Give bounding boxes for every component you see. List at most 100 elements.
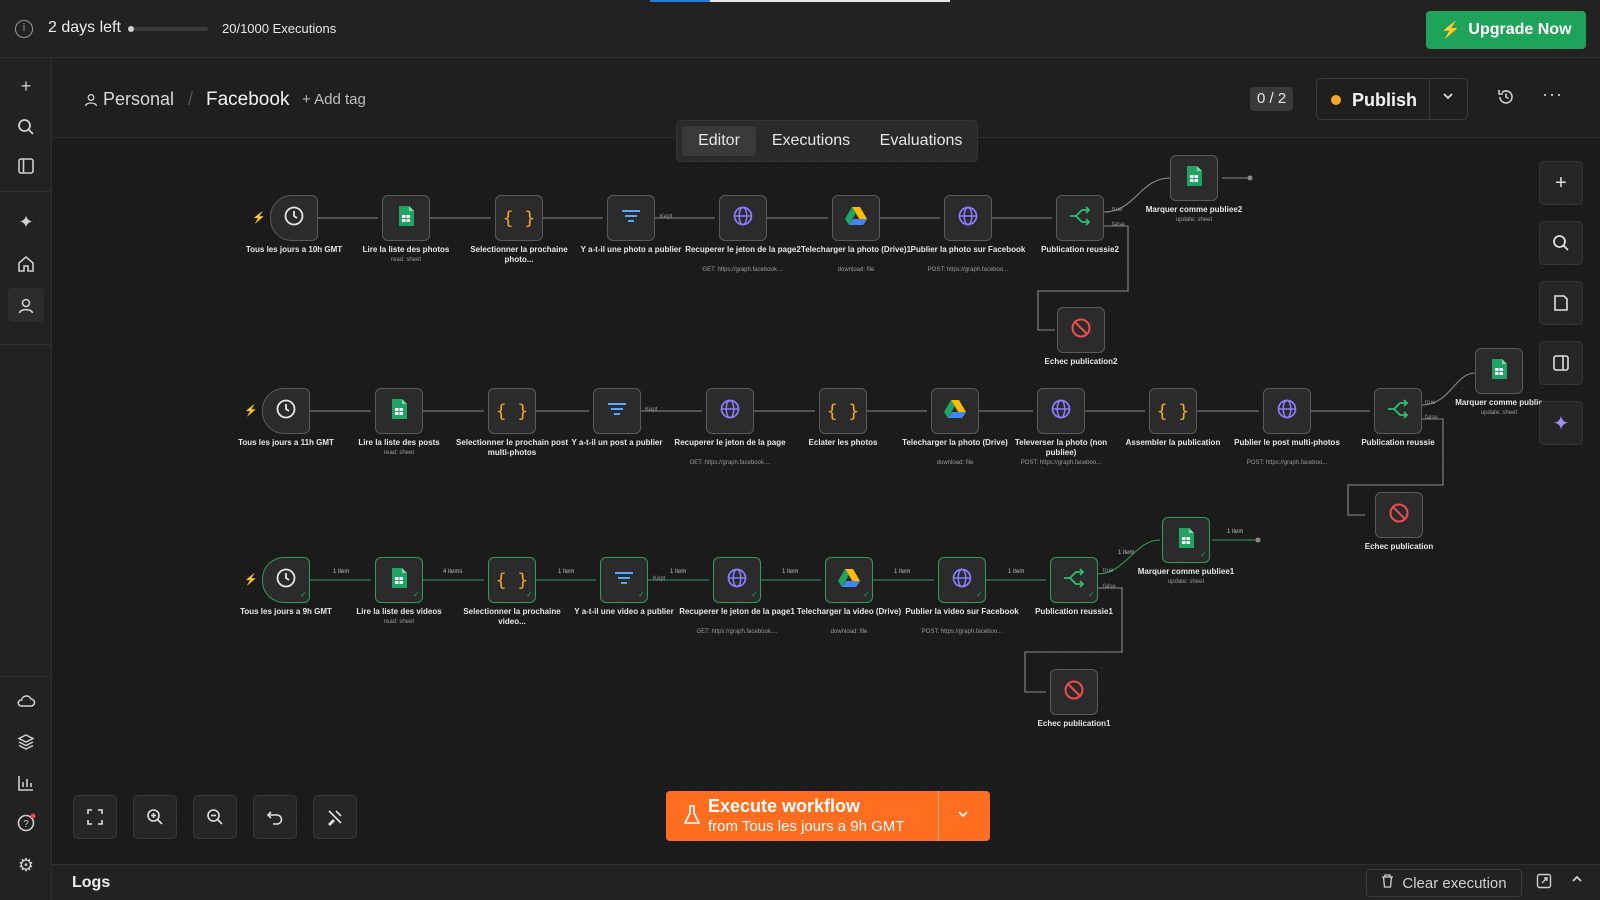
- success-check-icon: ✓: [638, 590, 645, 599]
- workflow-node[interactable]: [1375, 492, 1423, 538]
- workflow-node[interactable]: [593, 388, 641, 434]
- node-subtitle: update: sheet: [1175, 217, 1213, 223]
- workflow-node[interactable]: { }: [1149, 388, 1197, 434]
- node-label: Marquer comme publiee2: [1145, 205, 1243, 214]
- node-subtitle: GET: https://graph.facebook....: [689, 460, 771, 466]
- node-label: Tous les jours a 11h GMT: [238, 438, 334, 447]
- node-label: Televerser la photo (non publiee): [1014, 438, 1108, 457]
- globe-icon: [1050, 398, 1072, 424]
- node-subtitle: POST: https://graph.faceboo...: [1020, 460, 1102, 466]
- filter-icon: [613, 569, 635, 591]
- clear-execution-button[interactable]: Clear execution: [1366, 869, 1522, 897]
- workflow-node[interactable]: { }: [488, 388, 536, 434]
- globe-icon: [1276, 398, 1298, 424]
- clock-icon: [275, 398, 297, 424]
- code-icon: { }: [502, 208, 536, 229]
- node-subtitle: download: file: [837, 267, 875, 273]
- workflow-node[interactable]: [1037, 388, 1085, 434]
- node-subtitle: download: file: [936, 460, 974, 466]
- workflow-node[interactable]: [719, 195, 767, 241]
- node-subtitle: read: sheet: [383, 619, 415, 625]
- workflow-node[interactable]: [1056, 195, 1104, 241]
- stop-icon: [1063, 679, 1085, 705]
- logs-panel[interactable]: Logs Clear execution: [52, 864, 1600, 900]
- node-label: Echec publication2: [1044, 357, 1118, 366]
- edge-label-true: true: [1103, 568, 1114, 574]
- sheets-icon: [397, 205, 415, 231]
- edge-label-kept: Kept: [653, 576, 666, 582]
- workflow-node[interactable]: [1475, 348, 1523, 394]
- zoom-out-icon[interactable]: [193, 795, 237, 839]
- node-label: Lire la liste des videos: [356, 607, 442, 616]
- node-label: Selectionner la prochaine photo...: [470, 245, 568, 264]
- node-label: Tous les jours a 9h GMT: [240, 607, 332, 616]
- clock-icon: [275, 567, 297, 593]
- workflow-node[interactable]: [607, 195, 655, 241]
- clear-execution-label: Clear execution: [1402, 874, 1507, 892]
- workflow-node[interactable]: { }: [819, 388, 867, 434]
- node-subtitle: POST: https://graph.faceboo...: [921, 629, 1003, 635]
- execute-workflow-button[interactable]: Execute workflow from Tous les jours a 9…: [666, 791, 990, 841]
- panel-toggle-icon[interactable]: [1539, 341, 1583, 385]
- edge-label-items: 1 item: [1227, 529, 1244, 535]
- workflow-node[interactable]: [262, 388, 310, 434]
- edge-label-items: 4 items: [443, 569, 463, 575]
- workflow-node[interactable]: [375, 388, 423, 434]
- node-label: Recuperer le jeton de la page: [674, 438, 786, 447]
- ai-assistant-icon[interactable]: ✦: [1539, 401, 1583, 445]
- switch-icon: [1062, 568, 1086, 592]
- sheets-icon: [1490, 358, 1508, 384]
- node-label: Marquer comme publiee1: [1137, 567, 1235, 576]
- workflow-node[interactable]: [1057, 307, 1105, 353]
- workflow-node[interactable]: [1050, 669, 1098, 715]
- edge-label-items: 1 item: [782, 569, 799, 575]
- node-subtitle: GET: https://graph.facebook....: [702, 267, 784, 273]
- edge-label-false: false: [1112, 222, 1125, 228]
- add-node-icon[interactable]: +: [1539, 161, 1583, 205]
- node-label: Telecharger la video (Drive): [796, 607, 902, 616]
- workflow-node[interactable]: [1263, 388, 1311, 434]
- workflow-node[interactable]: [706, 388, 754, 434]
- drive-icon: [943, 399, 967, 423]
- globe-icon: [719, 398, 741, 424]
- workflow-node[interactable]: { }: [495, 195, 543, 241]
- zoom-in-icon[interactable]: [133, 795, 177, 839]
- chevron-down-icon[interactable]: [956, 807, 970, 824]
- node-search-icon[interactable]: [1539, 221, 1583, 265]
- workflow-node[interactable]: [1374, 388, 1422, 434]
- edge-label-false: false: [1425, 415, 1438, 421]
- trigger-bolt-icon: ⚡: [252, 212, 266, 224]
- sticky-note-icon[interactable]: [1539, 281, 1583, 325]
- chevron-up-icon[interactable]: [1570, 872, 1584, 889]
- success-check-icon: ✓: [1088, 590, 1095, 599]
- switch-icon: [1386, 399, 1410, 423]
- workflow-node[interactable]: [382, 195, 430, 241]
- node-label: Y a-t-il une photo a publier: [580, 245, 682, 254]
- sheets-icon: [390, 398, 408, 424]
- edge-label-true: true: [1112, 207, 1123, 213]
- node-label: Eclater les photos: [808, 438, 878, 447]
- popout-icon[interactable]: [1536, 873, 1552, 893]
- code-icon: { }: [826, 401, 860, 422]
- workflow-node[interactable]: [1170, 155, 1218, 201]
- tidy-up-icon[interactable]: [313, 795, 357, 839]
- trigger-bolt-icon: ⚡: [244, 405, 258, 417]
- workflow-node[interactable]: [832, 195, 880, 241]
- node-label: Selectionner la prochaine video...: [463, 607, 561, 626]
- code-icon: { }: [495, 401, 529, 422]
- node-subtitle: read: sheet: [383, 450, 415, 456]
- globe-icon: [951, 567, 973, 593]
- trigger-bolt-icon: ⚡: [244, 574, 258, 586]
- code-icon: { }: [1156, 401, 1190, 422]
- node-label: Telecharger la photo (Drive): [902, 438, 1008, 447]
- undo-icon[interactable]: [253, 795, 297, 839]
- workflow-node[interactable]: [931, 388, 979, 434]
- edge-label-true: true: [1425, 400, 1436, 406]
- fit-view-icon[interactable]: [73, 795, 117, 839]
- node-label: Echec publication: [1364, 542, 1434, 551]
- workflow-node[interactable]: [944, 195, 992, 241]
- node-label: Lire la liste des posts: [358, 438, 440, 447]
- node-subtitle: update: sheet: [1167, 579, 1205, 585]
- node-label: Publication reussie2: [1041, 245, 1119, 254]
- workflow-node[interactable]: [270, 195, 318, 241]
